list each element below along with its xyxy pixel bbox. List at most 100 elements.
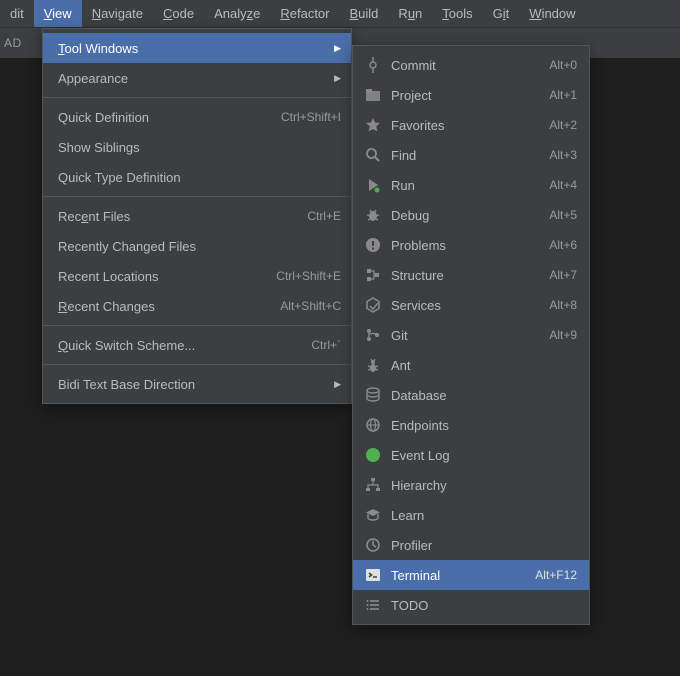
view-menu-item[interactable]: Bidi Text Base Direction▶ bbox=[43, 369, 351, 399]
tool-shortcut: Alt+5 bbox=[549, 208, 577, 222]
view-menu-item[interactable]: Recently Changed Files bbox=[43, 231, 351, 261]
tool-window-terminal[interactable]: Terminal Alt+F12 bbox=[353, 560, 589, 590]
menu-label: Refactor bbox=[280, 6, 329, 21]
menu-shortcut: Ctrl+` bbox=[311, 338, 341, 352]
tool-windows-dropdown: Commit Alt+0 Project Alt+1 Favorites Alt+2 Fin… bbox=[352, 45, 590, 625]
tool-window-problems[interactable]: ProblemsAlt+6 bbox=[353, 230, 589, 260]
favorites-icon bbox=[363, 117, 383, 133]
tool-window-profiler[interactable]: Profiler bbox=[353, 530, 589, 560]
tool-window-todo[interactable]: TODO bbox=[353, 590, 589, 620]
menu-separator bbox=[43, 364, 351, 365]
menu-item-label: Quick Definition bbox=[58, 110, 261, 125]
view-menu-item[interactable]: Appearance ▶ bbox=[43, 63, 351, 93]
menu-label: Navigate bbox=[92, 6, 143, 21]
tool-item-label: Event Log bbox=[391, 448, 577, 463]
debug-icon bbox=[363, 207, 383, 223]
terminal-icon bbox=[363, 567, 383, 583]
tool-item-label: Services bbox=[391, 298, 537, 313]
tool-item-label: Endpoints bbox=[391, 418, 577, 433]
tool-shortcut: Alt+7 bbox=[549, 268, 577, 282]
tool-item-label: Run bbox=[391, 178, 537, 193]
menu-view[interactable]: View bbox=[34, 0, 82, 27]
view-dropdown: Tool Windows▶Appearance▶Quick Definition… bbox=[42, 28, 352, 404]
menu-item-label: Quick Switch Scheme... bbox=[58, 338, 291, 353]
menu-navigate[interactable]: Navigate bbox=[82, 0, 153, 27]
tool-item-label: Structure bbox=[391, 268, 537, 283]
view-menu-item[interactable]: Tool Windows▶ bbox=[43, 33, 351, 63]
menu-analyze[interactable]: Analyze bbox=[204, 0, 270, 27]
menu-tools[interactable]: Tools bbox=[432, 0, 482, 27]
menu-edit[interactable]: dit bbox=[0, 0, 34, 27]
view-menu-item[interactable]: Quick Definition Ctrl+Shift+I bbox=[43, 102, 351, 132]
menu-label: Analyze bbox=[214, 6, 260, 21]
tool-item-label: Ant bbox=[391, 358, 577, 373]
view-menu-item[interactable]: Show Siblings bbox=[43, 132, 351, 162]
menu-separator bbox=[43, 97, 351, 98]
tool-window-database[interactable]: Database bbox=[353, 380, 589, 410]
menu-item-label: Appearance bbox=[58, 71, 324, 86]
tool-shortcut: Alt+0 bbox=[549, 58, 577, 72]
tool-window-structure[interactable]: Structure Alt+7 bbox=[353, 260, 589, 290]
menu-item-label: Tool Windows bbox=[58, 41, 324, 56]
ant-icon bbox=[363, 357, 383, 373]
database-icon bbox=[363, 387, 383, 403]
tool-window-endpoints[interactable]: Endpoints bbox=[353, 410, 589, 440]
tool-window-run[interactable]: Run Alt+4 bbox=[353, 170, 589, 200]
tool-window-event-log[interactable]: Event Log bbox=[353, 440, 589, 470]
tool-item-label: Terminal bbox=[391, 568, 523, 583]
tool-item-label: TODO bbox=[391, 598, 577, 613]
tool-window-project[interactable]: Project Alt+1 bbox=[353, 80, 589, 110]
menu-label: Window bbox=[529, 6, 575, 21]
tool-window-learn[interactable]: Learn bbox=[353, 500, 589, 530]
hierarchy-icon bbox=[363, 477, 383, 493]
view-menu-item[interactable]: Recent Locations Ctrl+Shift+E bbox=[43, 261, 351, 291]
tool-window-find[interactable]: FindAlt+3 bbox=[353, 140, 589, 170]
view-menu-item[interactable]: Recent ChangesAlt+Shift+C bbox=[43, 291, 351, 321]
tool-shortcut: Alt+2 bbox=[549, 118, 577, 132]
tool-shortcut: Alt+1 bbox=[549, 88, 577, 102]
tool-window-favorites[interactable]: Favorites Alt+2 bbox=[353, 110, 589, 140]
tool-shortcut: Alt+F12 bbox=[535, 568, 577, 582]
tool-item-label: Hierarchy bbox=[391, 478, 577, 493]
tool-item-label: Git bbox=[391, 328, 537, 343]
menu-separator bbox=[43, 325, 351, 326]
tool-window-debug[interactable]: DebugAlt+5 bbox=[353, 200, 589, 230]
tool-item-label: Learn bbox=[391, 508, 577, 523]
menu-label: View bbox=[44, 6, 72, 21]
commit-icon bbox=[363, 57, 383, 73]
tool-window-services[interactable]: ServicesAlt+8 bbox=[353, 290, 589, 320]
tool-item-label: Project bbox=[391, 88, 537, 103]
tool-window-ant[interactable]: Ant bbox=[353, 350, 589, 380]
menu-shortcut: Ctrl+Shift+E bbox=[276, 269, 341, 283]
view-menu-item[interactable]: Quick Type Definition bbox=[43, 162, 351, 192]
problems-icon bbox=[363, 237, 383, 253]
menu-refactor[interactable]: Refactor bbox=[270, 0, 339, 27]
tool-window-commit[interactable]: Commit Alt+0 bbox=[353, 50, 589, 80]
tool-shortcut: Alt+4 bbox=[549, 178, 577, 192]
submenu-arrow-icon: ▶ bbox=[334, 379, 341, 390]
menu-item-label: Recent Locations bbox=[58, 269, 256, 284]
tool-item-label: Problems bbox=[391, 238, 537, 253]
tool-window-hierarchy[interactable]: Hierarchy bbox=[353, 470, 589, 500]
menu-shortcut: Ctrl+Shift+I bbox=[281, 110, 341, 124]
menu-window[interactable]: Window bbox=[519, 0, 585, 27]
tool-item-label: Commit bbox=[391, 58, 537, 73]
run-icon bbox=[363, 177, 383, 193]
menu-code[interactable]: Code bbox=[153, 0, 204, 27]
view-menu-item[interactable]: Quick Switch Scheme... Ctrl+` bbox=[43, 330, 351, 360]
menu-label: Git bbox=[493, 6, 510, 21]
menu-label: dit bbox=[10, 6, 24, 21]
view-menu-item[interactable]: Recent FilesCtrl+E bbox=[43, 201, 351, 231]
tool-item-label: Favorites bbox=[391, 118, 537, 133]
menu-build[interactable]: Build bbox=[340, 0, 389, 27]
menu-git[interactable]: Git bbox=[483, 0, 520, 27]
menu-run[interactable]: Run bbox=[388, 0, 432, 27]
menu-item-label: Recent Files bbox=[58, 209, 287, 224]
menu-label: Tools bbox=[442, 6, 472, 21]
learn-icon bbox=[363, 507, 383, 523]
submenu-arrow-icon: ▶ bbox=[334, 73, 341, 84]
menu-label: Build bbox=[350, 6, 379, 21]
eventlog-icon bbox=[363, 447, 383, 463]
tool-window-git[interactable]: GitAlt+9 bbox=[353, 320, 589, 350]
menu-item-label: Recently Changed Files bbox=[58, 239, 341, 254]
